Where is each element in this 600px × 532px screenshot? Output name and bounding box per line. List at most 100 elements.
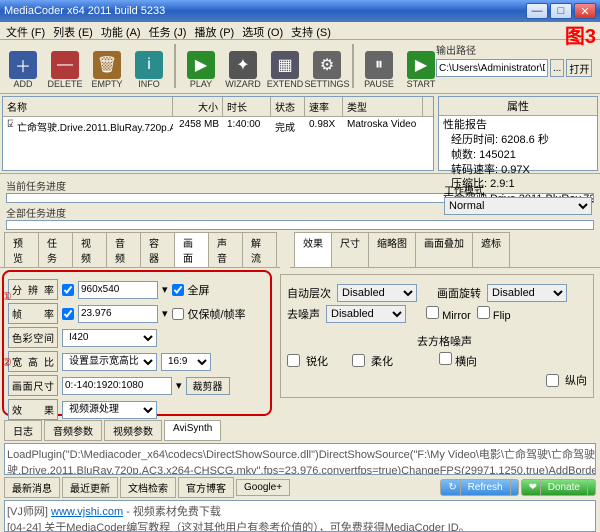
logtab-avisynth[interactable]: AviSynth: [164, 420, 221, 441]
aspect-label: 宽高比: [8, 351, 58, 372]
sharpen-check[interactable]: [287, 354, 300, 367]
logtab-audio[interactable]: 音频参数: [44, 420, 102, 441]
menu-list[interactable]: 列表 (E): [53, 24, 93, 37]
play-button[interactable]: ▶PLAY: [182, 42, 220, 90]
file-row[interactable]: ☑ 亡命驾驶.Drive.2011.BluRay.720p.AC3… 2458 …: [3, 117, 433, 136]
news-body: [VJ师网] www.vjshi.com - 视频素材免费下载 [04-24] …: [4, 500, 596, 532]
colorspace-label: 色彩空间: [8, 327, 58, 348]
col-stat[interactable]: 状态: [271, 97, 305, 116]
marker-2: ②: [2, 356, 12, 369]
log-tabs: 日志 音频参数 视频参数 AviSynth: [0, 418, 600, 443]
tab-mask[interactable]: 遮标: [472, 232, 510, 267]
fullscreen-check[interactable]: [172, 284, 184, 296]
aspect-value-select[interactable]: 16:9: [161, 353, 211, 371]
wizard-icon: ✦: [229, 51, 257, 79]
colorspace-select[interactable]: I420: [62, 329, 157, 347]
stats-panel: 属性 性能报告 经历时间: 6208.6 秒 帧数: 145021 转码速率: …: [438, 96, 598, 171]
picsize-input[interactable]: [62, 377, 172, 395]
aspect-mode-select[interactable]: 设置显示宽高比: [62, 353, 157, 371]
marker-1: ①: [2, 290, 12, 303]
dropdown-icon[interactable]: ▾: [162, 283, 168, 296]
log-body[interactable]: LoadPlugin("D:\Mediacoder_x64\codecs\Dir…: [4, 443, 596, 475]
tab-demux[interactable]: 解流: [242, 232, 277, 267]
col-rate[interactable]: 速率: [305, 97, 343, 116]
effect-panel: 自动层次 Disabled 画面旋转 Disabled 去噪声 Disabled…: [274, 268, 600, 418]
v-check[interactable]: [546, 374, 559, 387]
flip-check[interactable]: [477, 306, 490, 319]
menu-options[interactable]: 选项 (O): [242, 24, 283, 37]
add-button[interactable]: ＋ADD: [4, 42, 42, 90]
menu-task[interactable]: 任务 (J): [149, 24, 187, 37]
workmode-select[interactable]: Normal: [444, 197, 592, 215]
resolution-check[interactable]: [62, 284, 74, 296]
menu-help[interactable]: 支持 (S): [291, 24, 331, 37]
logtab-log[interactable]: 日志: [4, 420, 42, 441]
close-button[interactable]: ✕: [574, 3, 596, 19]
tab-picture[interactable]: 画面: [174, 232, 209, 267]
effect-select[interactable]: 视频源处理: [62, 401, 157, 419]
h-check[interactable]: [439, 352, 452, 365]
tab-sound[interactable]: 声音: [208, 232, 243, 267]
maximize-button[interactable]: □: [550, 3, 572, 19]
pause-button[interactable]: ⏸PAUSE: [360, 42, 398, 90]
tab-thumb[interactable]: 缩略图: [368, 232, 416, 267]
tab-effect[interactable]: 效果: [294, 232, 332, 267]
tab-audio[interactable]: 音频: [106, 232, 141, 267]
bottab-update[interactable]: 最近更新: [62, 477, 118, 498]
menu-play[interactable]: 播放 (P): [194, 24, 234, 37]
fps-input[interactable]: [78, 305, 158, 323]
extend-icon: ▦: [271, 51, 299, 79]
start-button[interactable]: ▶START: [402, 42, 440, 90]
col-dur[interactable]: 时长: [223, 97, 271, 116]
window-title: MediaCoder x64 2011 build 5233: [4, 5, 526, 17]
titlebar: MediaCoder x64 2011 build 5233 — □ ✕: [0, 0, 600, 22]
resolution-input[interactable]: [78, 281, 158, 299]
tab-size[interactable]: 尺寸: [331, 232, 369, 267]
tab-overlay[interactable]: 画面叠加: [415, 232, 473, 267]
bottab-news[interactable]: 最新消息: [4, 477, 60, 498]
browse-button[interactable]: ...: [550, 59, 564, 77]
mirror-check[interactable]: [426, 306, 439, 319]
output-path-input[interactable]: [436, 59, 548, 77]
stats-title: 属性: [439, 97, 597, 116]
delete-button[interactable]: —DELETE: [46, 42, 84, 90]
denoise-select[interactable]: Disabled: [326, 305, 406, 323]
news-link[interactable]: www.vjshi.com: [51, 506, 123, 518]
menu-func[interactable]: 功能 (A): [101, 24, 141, 37]
col-size[interactable]: 大小: [173, 97, 223, 116]
settings-button[interactable]: ⚙SETTINGS: [308, 42, 346, 90]
tab-container[interactable]: 容器: [140, 232, 175, 267]
extend-button[interactable]: ▦EXTEND: [266, 42, 304, 90]
play-icon: ▶: [187, 51, 215, 79]
tab-preview[interactable]: 预览: [4, 232, 39, 267]
empty-button[interactable]: 🗑EMPTY: [88, 42, 126, 90]
tab-video[interactable]: 视频: [72, 232, 107, 267]
bottab-blog[interactable]: 官方博客: [178, 477, 234, 498]
info-icon: i: [135, 51, 163, 79]
logtab-video[interactable]: 视频参数: [104, 420, 162, 441]
bottab-gplus[interactable]: Google+: [236, 479, 290, 496]
tab-task[interactable]: 任务: [38, 232, 73, 267]
refresh-button[interactable]: ↻ Refresh: [440, 479, 518, 496]
wizard-button[interactable]: ✦WIZARD: [224, 42, 262, 90]
bottab-docs[interactable]: 文档检索: [120, 477, 176, 498]
file-list[interactable]: 名称 大小 时长 状态 速率 类型 ☑ 亡命驾驶.Drive.2011.BluR…: [2, 96, 434, 171]
fps-check[interactable]: [62, 308, 74, 320]
col-type[interactable]: 类型: [343, 97, 423, 116]
info-button[interactable]: iINFO: [130, 42, 168, 90]
minimize-button[interactable]: —: [526, 3, 548, 19]
menu-bar: 文件 (F) 列表 (E) 功能 (A) 任务 (J) 播放 (P) 选项 (O…: [0, 22, 600, 40]
donate-button[interactable]: ❤ Donate: [521, 479, 596, 496]
output-path-label: 输出路径: [436, 42, 596, 57]
soft-check[interactable]: [352, 354, 365, 367]
col-name[interactable]: 名称: [3, 97, 173, 116]
autolayer-select[interactable]: Disabled: [337, 284, 417, 302]
menu-file[interactable]: 文件 (F): [6, 24, 45, 37]
rotate-select[interactable]: Disabled: [487, 284, 567, 302]
crop-button[interactable]: 裁剪器: [186, 377, 230, 395]
open-button[interactable]: 打开: [566, 59, 592, 77]
pause-icon: ⏸: [365, 51, 393, 79]
trash-icon: 🗑: [93, 51, 121, 79]
fpsonly-check[interactable]: [172, 308, 184, 320]
toolbar: 图3 ＋ADD —DELETE 🗑EMPTY iINFO ▶PLAY ✦WIZA…: [0, 40, 600, 94]
